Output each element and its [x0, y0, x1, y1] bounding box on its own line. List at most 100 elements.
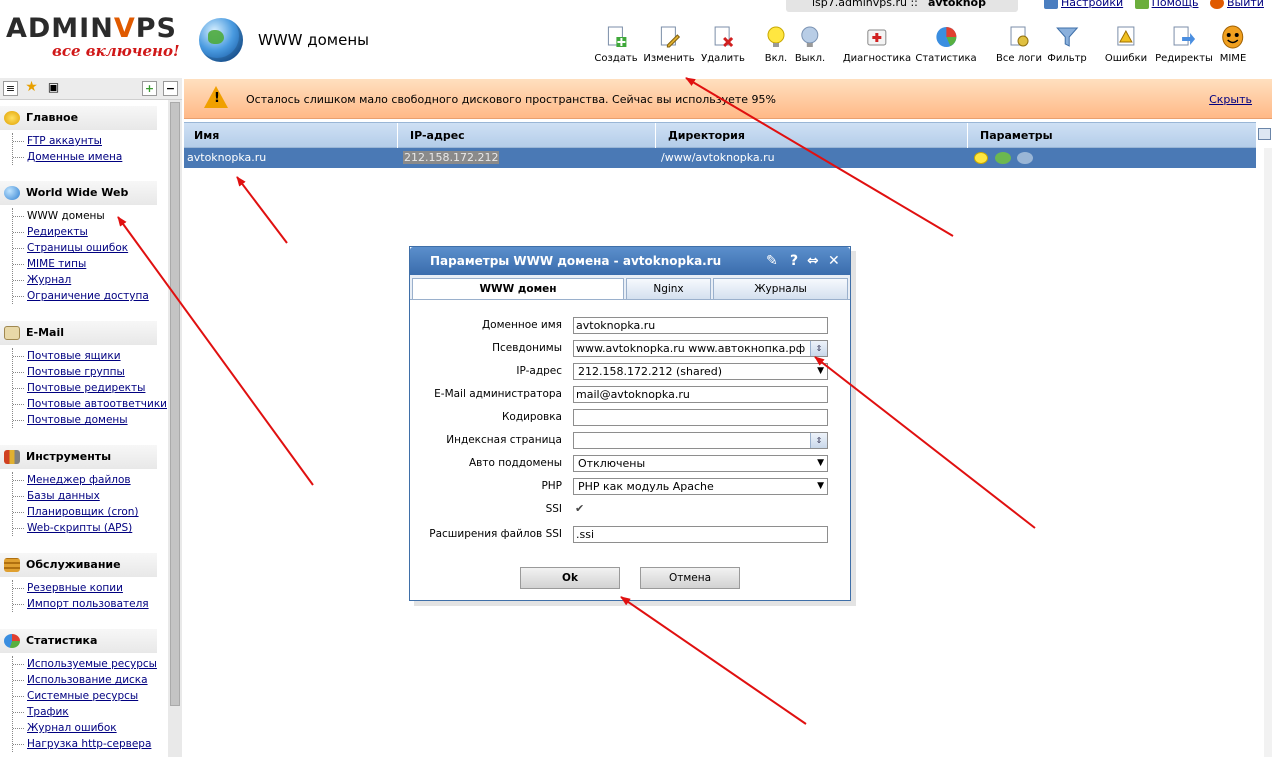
- column-header-directory[interactable]: Директория: [658, 123, 968, 148]
- sidebar-item-access-restriction[interactable]: Ограничение доступа: [13, 288, 157, 304]
- tab-nginx[interactable]: Nginx: [626, 278, 711, 299]
- logo-brand: ADMINVPS: [6, 13, 177, 44]
- tab-www-domain[interactable]: WWW домен: [412, 278, 624, 300]
- favorites-star-icon[interactable]: ★: [24, 80, 39, 96]
- sidebar-item-used-resources[interactable]: Используемые ресурсы: [13, 656, 157, 672]
- collapse-all-icon[interactable]: −: [163, 81, 178, 96]
- ip-select[interactable]: 212.158.172.212 (shared): [573, 363, 828, 380]
- sidebar-scrollbar[interactable]: [168, 100, 182, 757]
- toolbar-redirects-button[interactable]: Редиректы: [1155, 24, 1213, 64]
- menu-list-icon[interactable]: ≡: [3, 81, 18, 96]
- sidebar-item-backups[interactable]: Резервные копии: [13, 580, 157, 596]
- table-row[interactable]: avtoknopka.ru 212.158.172.212 /www/avtok…: [184, 148, 1256, 168]
- encoding-label: Кодировка: [501, 411, 562, 423]
- sidebar-group-header[interactable]: World Wide Web: [0, 181, 157, 205]
- toolbar-create-button[interactable]: Создать: [594, 24, 638, 64]
- sidebar-item-import-user[interactable]: Импорт пользователя: [13, 596, 157, 612]
- sidebar-item-mime-types[interactable]: MIME типы: [13, 256, 157, 272]
- dialog-titlebar[interactable]: Параметры WWW домена - avtoknopka.ru ✎ ?…: [410, 247, 850, 275]
- sidebar-group-main: Главное FTP аккаунты Доменные имена: [0, 106, 157, 165]
- encoding-input[interactable]: [573, 409, 828, 426]
- sidebar-item-mail-redirects[interactable]: Почтовые редиректы: [13, 380, 157, 396]
- sidebar-item-mail-domains[interactable]: Почтовые домены: [13, 412, 157, 428]
- sidebar-toolbar: ≡ ★ ▣ + −: [0, 78, 182, 100]
- toolbar-filter-button[interactable]: Фильтр: [1047, 24, 1087, 64]
- redirects-icon: [1171, 24, 1197, 50]
- table-scrollbar[interactable]: [1264, 148, 1272, 757]
- toolbar-statistics-button[interactable]: Статистика: [915, 24, 977, 64]
- sidebar-item-file-manager[interactable]: Менеджер файлов: [13, 472, 157, 488]
- sidebar-item-cron[interactable]: Планировщик (cron): [13, 504, 157, 520]
- toolbar-edit-button[interactable]: Изменить: [643, 24, 695, 64]
- ssi-icon: [1017, 152, 1033, 164]
- column-header-ip[interactable]: IP-адрес: [400, 123, 656, 148]
- aliases-label: Псевдонимы: [492, 342, 562, 354]
- toolbar-mime-button[interactable]: MIME: [1220, 24, 1246, 64]
- ok-button[interactable]: Ok: [520, 567, 620, 589]
- pin-icon[interactable]: ✎: [766, 247, 778, 275]
- sidebar-item-ftp-accounts[interactable]: FTP аккаунты: [13, 133, 157, 149]
- column-header-params[interactable]: Параметры: [970, 123, 1256, 148]
- field-row-ssi: SSI ✔: [410, 501, 850, 518]
- dialog-title: Параметры WWW домена - avtoknopka.ru: [430, 254, 722, 268]
- sidebar-group-header[interactable]: E-Mail: [0, 321, 157, 345]
- sidebar-group-email: E-Mail Почтовые ящики Почтовые группы По…: [0, 321, 167, 428]
- logo[interactable]: ADMINVPS все включено!: [6, 13, 180, 61]
- mail-icon: [4, 326, 20, 340]
- clipboard-icon[interactable]: ▣: [46, 81, 61, 96]
- aliases-input[interactable]: www.avtoknopka.ru www.автокнопка.рф ⇕: [573, 340, 828, 357]
- domain-input[interactable]: avtoknopka.ru: [573, 317, 828, 334]
- help-icon[interactable]: ?: [790, 247, 798, 275]
- ssi-checkbox[interactable]: ✔: [575, 503, 587, 515]
- warning-hide-link[interactable]: Скрыть: [1209, 93, 1252, 106]
- sidebar-item-mailboxes[interactable]: Почтовые ящики: [13, 348, 157, 364]
- settings-link[interactable]: Настройки: [1061, 0, 1123, 9]
- mime-icon: [1220, 24, 1246, 50]
- sidebar-item-traffic[interactable]: Трафик: [13, 704, 157, 720]
- sidebar-item-error-log[interactable]: Журнал ошибок: [13, 720, 157, 736]
- expand-all-icon[interactable]: +: [142, 81, 157, 96]
- page-title: WWW домены: [258, 31, 370, 49]
- toolbar-enable-button[interactable]: Вкл.: [763, 24, 789, 64]
- sidebar-group-header[interactable]: Главное: [0, 106, 157, 130]
- sidebar-item-http-load[interactable]: Нагрузка http-сервера: [13, 736, 157, 752]
- expand-field-icon[interactable]: ⇕: [810, 433, 827, 448]
- close-icon[interactable]: ✕: [828, 247, 840, 275]
- sidebar-group-header[interactable]: Статистика: [0, 629, 157, 653]
- sidebar-item-aps[interactable]: Web-скрипты (APS): [13, 520, 157, 536]
- field-row-php: PHP PHP как модуль Apache: [410, 478, 850, 495]
- sidebar-item-www-domains[interactable]: WWW домены: [13, 208, 157, 224]
- tab-logs[interactable]: Журналы: [713, 278, 848, 299]
- sidebar-item-databases[interactable]: Базы данных: [13, 488, 157, 504]
- ssiext-input[interactable]: .ssi: [573, 526, 828, 543]
- sidebar-item-mail-groups[interactable]: Почтовые группы: [13, 364, 157, 380]
- sidebar-item-domain-names[interactable]: Доменные имена: [13, 149, 157, 165]
- table-settings-icon[interactable]: [1258, 128, 1271, 140]
- toolbar-delete-button[interactable]: Удалить: [701, 24, 745, 64]
- sidebar-item-redirects[interactable]: Редиректы: [13, 224, 157, 240]
- scrollbar-thumb[interactable]: [170, 102, 180, 706]
- logout-link[interactable]: Выйти: [1227, 0, 1264, 9]
- sidebar-group-header[interactable]: Инструменты: [0, 445, 157, 469]
- column-header-name[interactable]: Имя: [184, 123, 398, 148]
- expand-field-icon[interactable]: ⇕: [810, 341, 827, 356]
- resize-icon[interactable]: ⇔: [807, 247, 819, 275]
- sidebar-item-journal[interactable]: Журнал: [13, 272, 157, 288]
- sidebar-group-header[interactable]: Обслуживание: [0, 553, 157, 577]
- cancel-button[interactable]: Отмена: [640, 567, 740, 589]
- sidebar-item-system-resources[interactable]: Системные ресурсы: [13, 688, 157, 704]
- index-input[interactable]: ⇕: [573, 432, 828, 449]
- sidebar-item-mail-autoresponders[interactable]: Почтовые автоответчики: [13, 396, 167, 412]
- sidebar-item-disk-usage[interactable]: Использование диска: [13, 672, 157, 688]
- php-select[interactable]: PHP как модуль Apache: [573, 478, 828, 495]
- toolbar-all-logs-button[interactable]: Все логи: [996, 24, 1042, 64]
- toolbar-disable-button[interactable]: Выкл.: [795, 24, 825, 64]
- help-link[interactable]: Помощь: [1152, 0, 1199, 9]
- autosub-select[interactable]: Отключены: [573, 455, 828, 472]
- email-input[interactable]: mail@avtoknopka.ru: [573, 386, 828, 403]
- toolbar-diagnostics-button[interactable]: Диагностика: [843, 24, 911, 64]
- sidebar-item-error-pages[interactable]: Страницы ошибок: [13, 240, 157, 256]
- session-host: isp7.adminvps.ru ::: [812, 0, 918, 9]
- session-user[interactable]: avtoknop: [928, 0, 986, 9]
- toolbar-errors-button[interactable]: Ошибки: [1105, 24, 1147, 64]
